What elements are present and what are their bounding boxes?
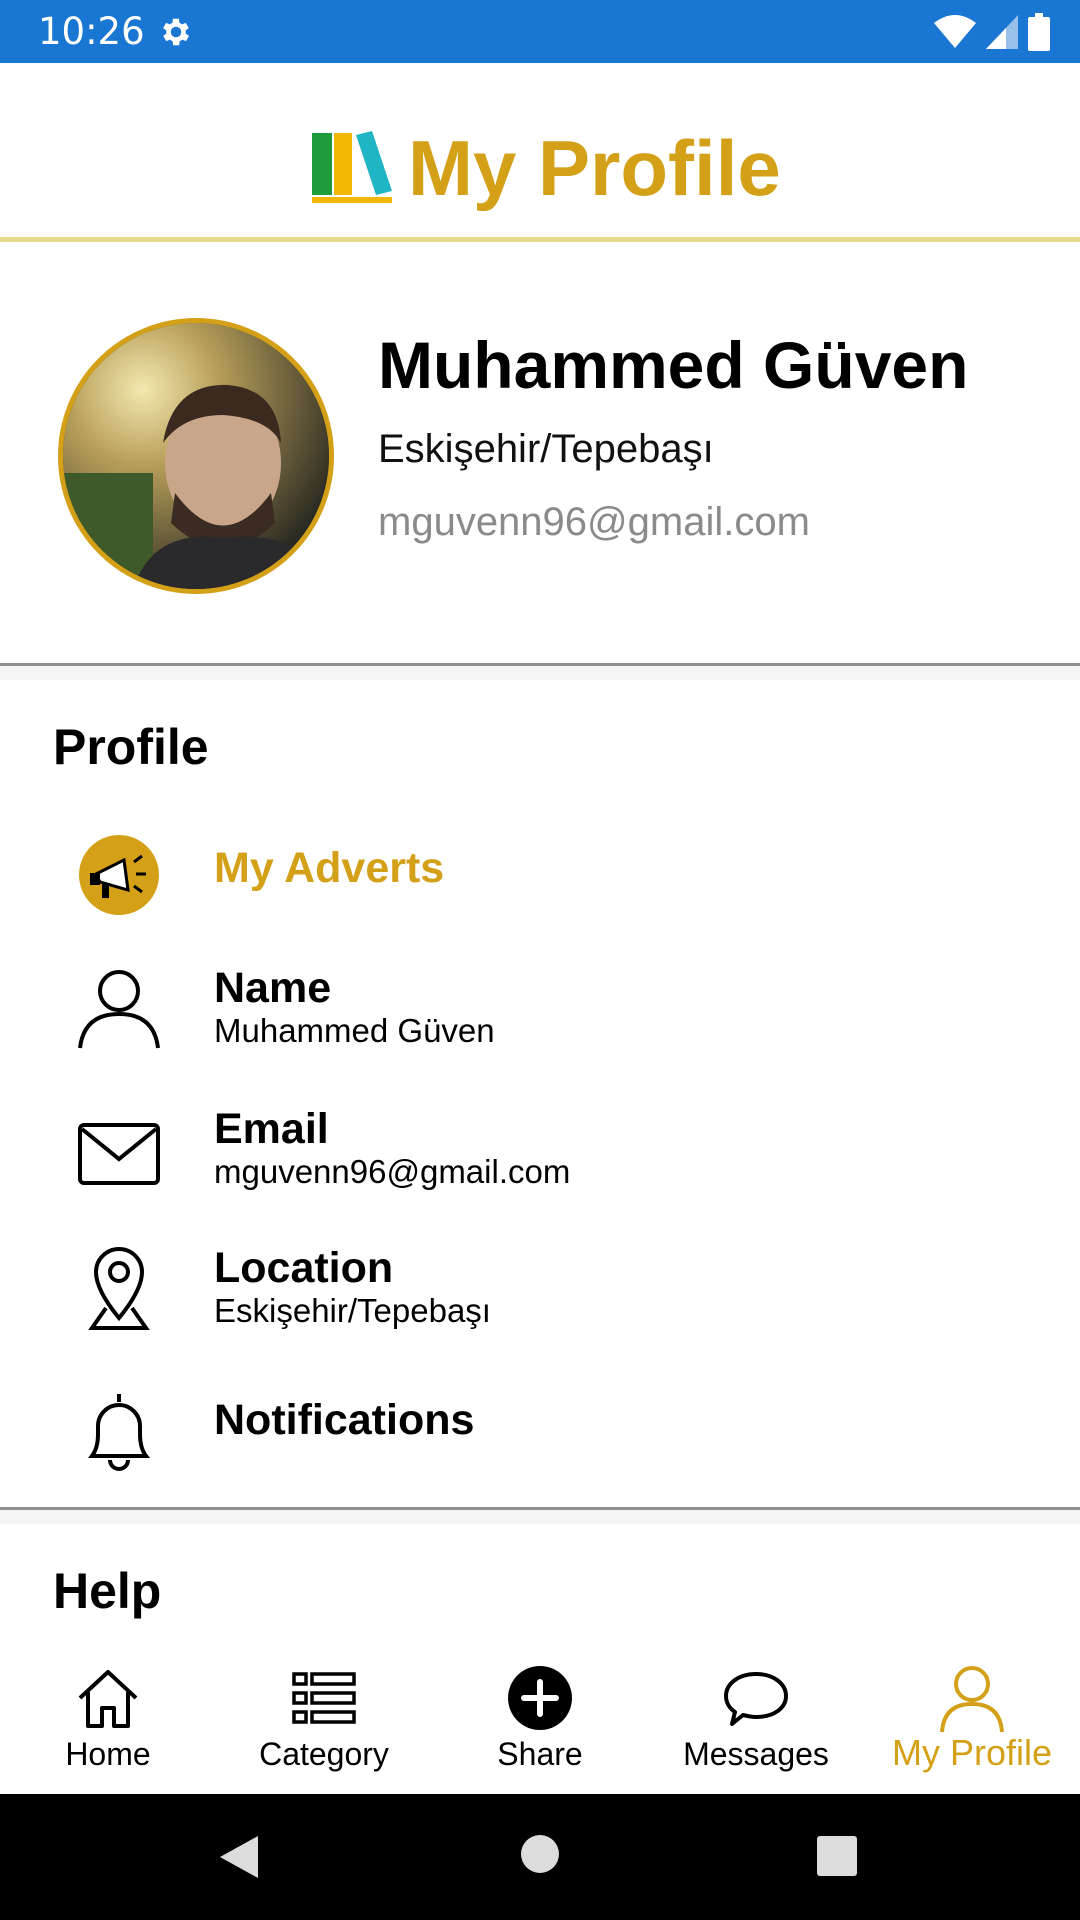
recents-icon[interactable] [817, 1836, 857, 1876]
home-icon [78, 1670, 138, 1728]
divider-shadow [0, 666, 1080, 680]
section-title-profile: Profile [53, 719, 209, 775]
category-icon [292, 1672, 356, 1724]
avatar-photo [63, 323, 329, 589]
battery-icon [1028, 13, 1050, 51]
nav-home[interactable]: Home [0, 1648, 216, 1794]
row-label-email: Email [214, 1105, 329, 1153]
home-circle-icon[interactable] [520, 1834, 560, 1874]
gear-icon [163, 18, 190, 46]
avatar[interactable] [58, 318, 334, 594]
row-value-name: Muhammed Güven [214, 1012, 495, 1049]
row-label-location: Location [214, 1244, 394, 1292]
bell-icon [88, 1394, 150, 1471]
mail-icon [78, 1123, 160, 1185]
divider-shadow [0, 1510, 1080, 1524]
plus-circle-icon [508, 1666, 572, 1730]
chat-icon [724, 1672, 788, 1726]
system-nav-bar [0, 1794, 1080, 1920]
profile-card: Muhammed Güven Eskişehir/Tepebaşı mguven… [0, 242, 1080, 662]
nav-category[interactable]: Category [216, 1648, 432, 1794]
profile-name: Muhammed Güven [378, 328, 969, 402]
person-icon [940, 1666, 1004, 1733]
nav-messages[interactable]: Messages [648, 1648, 864, 1794]
app-header: My Profile [0, 63, 1080, 239]
profile-location: Eskişehir/Tepebaşı [378, 427, 714, 471]
row-label-name: Name [214, 964, 332, 1012]
row-my-adverts[interactable]: My Adverts [0, 820, 1080, 930]
nav-label-messages: Messages [683, 1736, 829, 1772]
wifi-icon [934, 15, 976, 48]
page-title: My Profile [408, 124, 781, 212]
back-icon[interactable] [216, 1834, 260, 1880]
nav-label-my-profile: My Profile [891, 1732, 1053, 1773]
nav-my-profile[interactable]: My Profile [864, 1648, 1080, 1794]
bottom-nav: Home Category Share Messages My Profile [0, 1648, 1080, 1794]
row-name[interactable]: Name Muhammed Güven [0, 958, 1080, 1068]
row-label-notifications: Notifications [214, 1396, 475, 1444]
row-email[interactable]: Email mguvenn96@gmail.com [0, 1097, 1080, 1207]
signal-icon [986, 15, 1018, 49]
row-location[interactable]: Location Eskişehir/Tepebaşı [0, 1236, 1080, 1346]
profile-email: mguvenn96@gmail.com [378, 500, 810, 544]
nav-share[interactable]: Share [432, 1648, 648, 1794]
location-pin-icon [88, 1247, 150, 1330]
status-bar: 10:26 [0, 0, 1080, 63]
row-notifications[interactable]: Notifications [0, 1382, 1080, 1492]
status-time: 10:26 [38, 10, 145, 53]
person-icon [78, 970, 160, 1049]
row-label-my-adverts: My Adverts [214, 844, 445, 892]
row-value-location: Eskişehir/Tepebaşı [214, 1292, 491, 1329]
nav-label-category: Category [259, 1736, 389, 1772]
section-title-help: Help [53, 1563, 162, 1619]
nav-label-share: Share [497, 1736, 583, 1772]
megaphone-icon [79, 835, 159, 915]
nav-label-home: Home [65, 1736, 151, 1772]
row-value-email: mguvenn96@gmail.com [214, 1153, 571, 1190]
status-icons [934, 12, 1050, 52]
books-logo-icon [312, 131, 392, 203]
